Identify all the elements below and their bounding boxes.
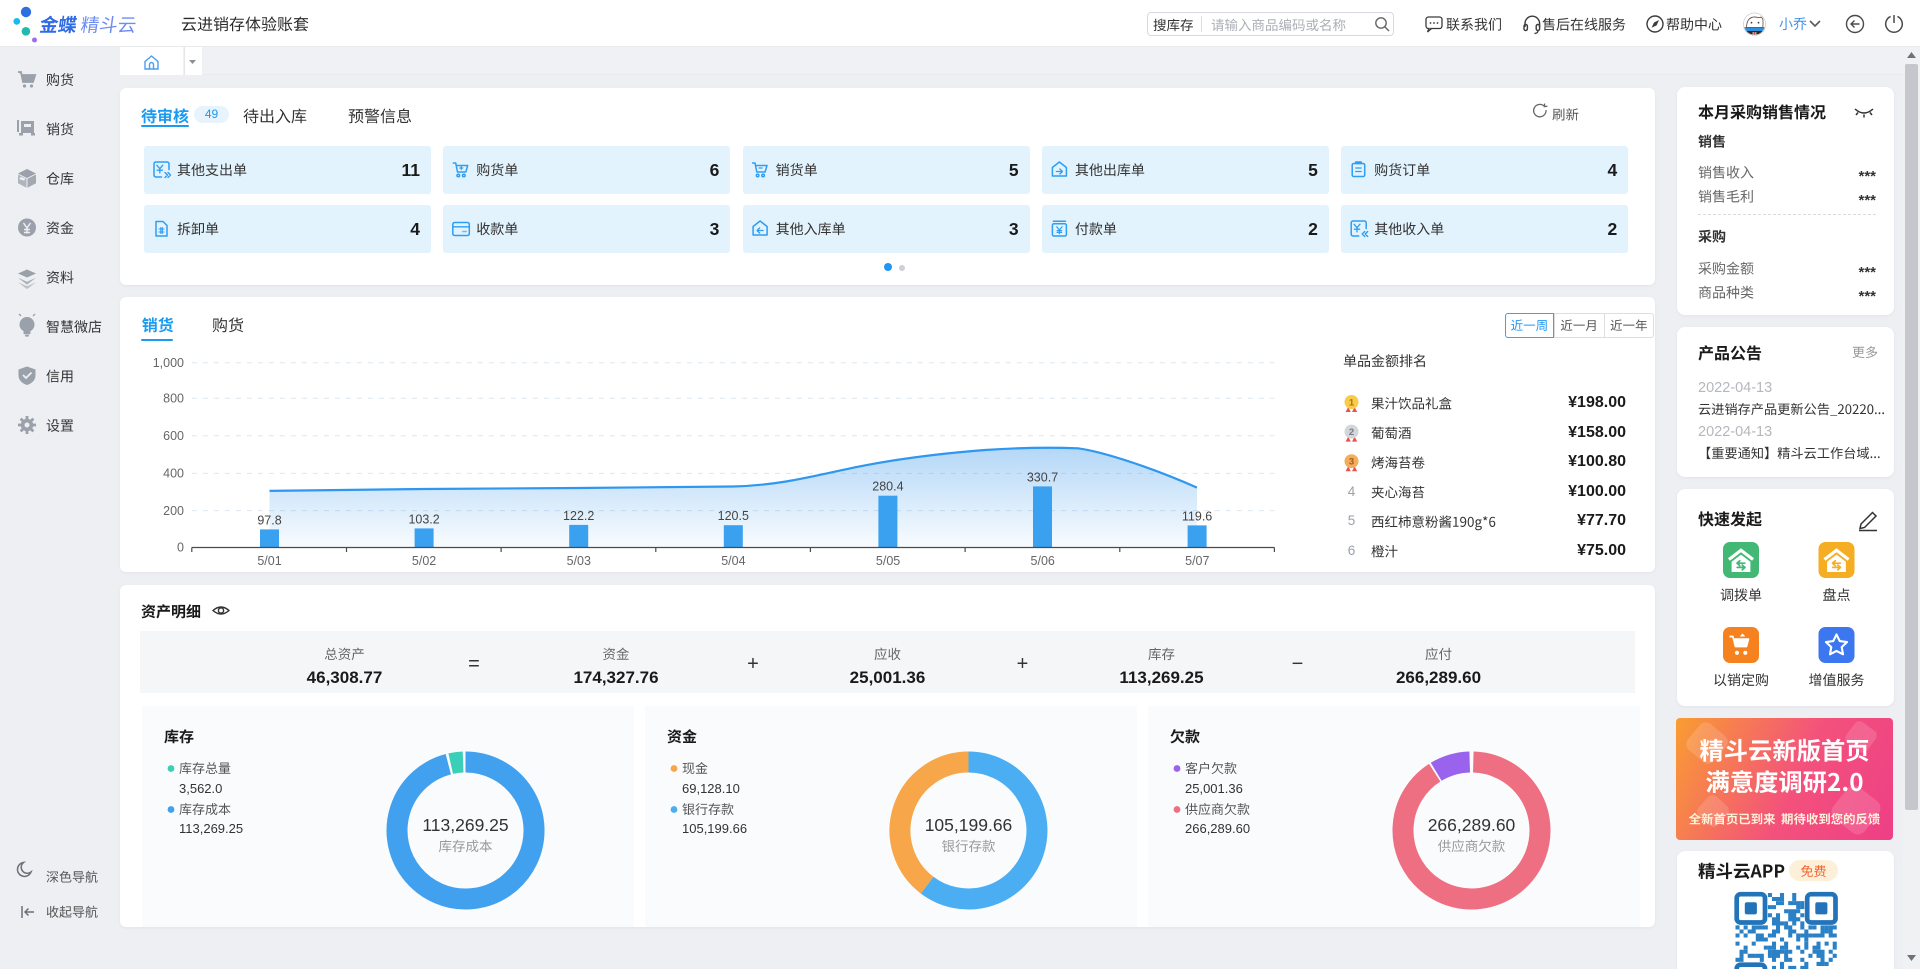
svg-text:97.8: 97.8 (257, 513, 281, 527)
svg-text:600: 600 (163, 429, 184, 443)
svg-text:103.2: 103.2 (408, 512, 439, 526)
svg-text:5/06: 5/06 (1031, 554, 1055, 568)
svg-text:330.7: 330.7 (1027, 470, 1058, 484)
svg-text:280.4: 280.4 (872, 480, 903, 494)
svg-text:400: 400 (163, 467, 184, 481)
svg-text:5/03: 5/03 (567, 554, 591, 568)
svg-text:5/07: 5/07 (1185, 554, 1209, 568)
svg-text:800: 800 (163, 391, 184, 405)
svg-text:5/01: 5/01 (257, 554, 281, 568)
svg-text:5/04: 5/04 (721, 554, 745, 568)
svg-text:122.2: 122.2 (563, 509, 594, 523)
svg-text:120.5: 120.5 (718, 509, 749, 523)
svg-text:5/05: 5/05 (876, 554, 900, 568)
svg-text:0: 0 (177, 541, 184, 555)
svg-text:119.6: 119.6 (1182, 509, 1212, 523)
svg-text:5/02: 5/02 (412, 554, 436, 568)
svg-text:1,000: 1,000 (153, 356, 184, 370)
svg-text:200: 200 (163, 504, 184, 518)
